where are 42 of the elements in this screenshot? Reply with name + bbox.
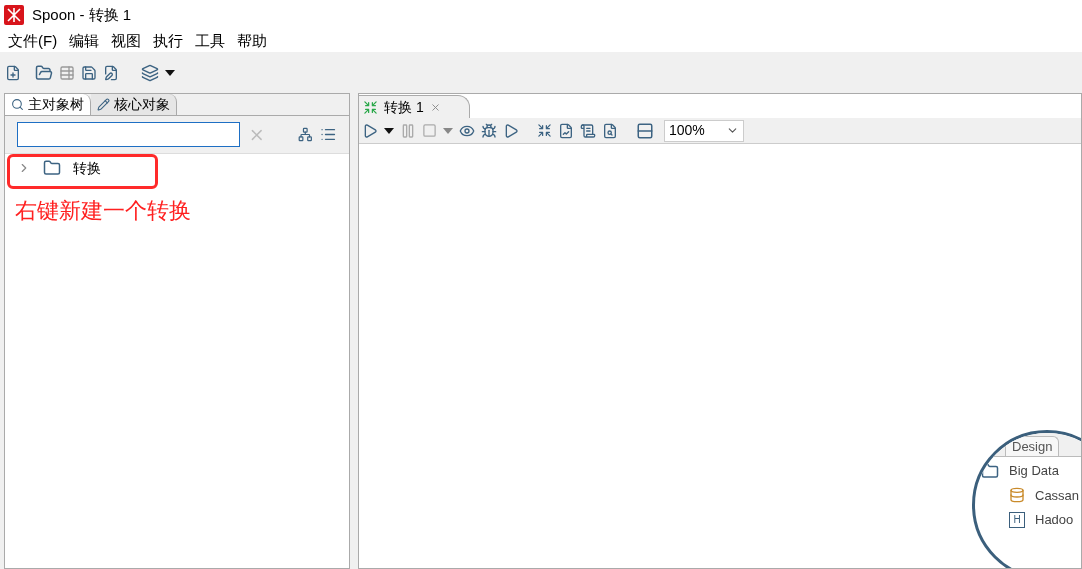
results-icon[interactable] <box>636 121 654 140</box>
folder-icon <box>43 159 61 177</box>
panel-tab[interactable]: 核心对象 <box>91 94 177 115</box>
database-icon <box>1009 487 1025 504</box>
panel-tab[interactable]: 主对象树 <box>5 94 91 115</box>
menu-item[interactable]: 工具 <box>195 29 226 53</box>
tree-item[interactable]: 转换 <box>17 154 337 182</box>
window-title: Spoon - 转换 1 <box>32 4 132 25</box>
save-as-icon[interactable] <box>103 64 119 81</box>
hadoop-icon: H <box>1009 511 1025 528</box>
replay-icon[interactable] <box>503 122 519 139</box>
zoom-dropdown[interactable]: 100% <box>664 119 744 142</box>
caret-icon[interactable] <box>165 69 175 76</box>
transform-icon <box>363 99 378 115</box>
new-file-icon[interactable] <box>5 64 21 81</box>
hint-item: Cassan <box>1035 486 1080 505</box>
hint-item: Hadoo <box>1035 511 1074 529</box>
explore-db-icon[interactable] <box>602 122 618 139</box>
editor-tab[interactable]: 转换 1 <box>359 95 470 118</box>
menu-item[interactable]: 帮助 <box>237 29 268 53</box>
collapse-list-icon[interactable] <box>320 126 337 143</box>
menu-item[interactable]: 文件(F) <box>8 29 58 53</box>
search-field[interactable] <box>17 122 241 147</box>
run-icon[interactable] <box>362 122 378 139</box>
app-logo-icon <box>4 5 24 25</box>
search-icon <box>11 98 24 111</box>
layers-icon[interactable] <box>141 63 159 82</box>
menu-item[interactable]: 编辑 <box>69 29 100 53</box>
open-folder-icon[interactable] <box>35 63 53 82</box>
annotation-text: 右键新建一个转换 <box>15 197 192 225</box>
expand-tree-icon[interactable] <box>297 127 313 142</box>
menu-item[interactable]: 视图 <box>111 29 142 53</box>
debug-icon[interactable] <box>481 122 497 139</box>
sql-icon[interactable] <box>580 122 596 139</box>
menu-item[interactable]: 执行 <box>153 29 184 53</box>
close-icon[interactable] <box>429 101 441 113</box>
folder-icon <box>981 461 999 480</box>
caret-icon[interactable] <box>384 127 394 134</box>
hint-item: Big Data <box>1009 462 1059 480</box>
pencil-icon <box>97 98 110 111</box>
save-icon[interactable] <box>81 64 97 81</box>
impact-icon[interactable] <box>558 122 574 139</box>
